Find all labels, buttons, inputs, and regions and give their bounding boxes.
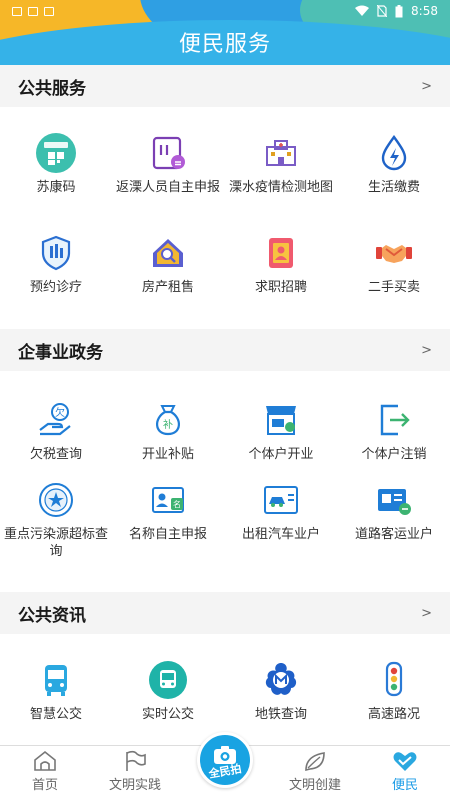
- service-item-second-hand[interactable]: 二手买卖: [338, 233, 450, 296]
- shop-cancel-icon: [374, 400, 414, 440]
- heart-icon: [393, 752, 417, 771]
- service-item-pollution[interactable]: 重点污染源超标查询: [0, 480, 112, 560]
- section-title: 企事业政务: [18, 342, 103, 363]
- tab-convenience[interactable]: 便民: [360, 746, 450, 800]
- service-item-realtime-bus[interactable]: 实时公交: [112, 660, 224, 723]
- sukang-code-icon: [36, 133, 76, 173]
- enterprise-grid: 欠 欠税查询 补 开业补贴 个体户开业 个体户注销 重点污染源超标查询 名 名称…: [0, 371, 450, 592]
- center-button-label: 全民拍: [207, 762, 243, 781]
- public-service-grid: 苏康码 返溧人员自主申报 溧水疫情检测地图 生活缴费 预约诊疗 房产租售 求职招…: [0, 107, 450, 329]
- section-header-public-info[interactable]: 公共资讯 >: [0, 592, 450, 634]
- home-icon: [34, 750, 56, 771]
- battery-icon: [395, 4, 403, 17]
- service-item-jobs[interactable]: 求职招聘: [225, 233, 337, 296]
- declaration-icon: [148, 133, 188, 173]
- service-item-sukang[interactable]: 苏康码: [0, 133, 112, 196]
- tax-query-icon: 欠: [36, 400, 76, 440]
- more-arrow-icon[interactable]: >: [421, 606, 432, 621]
- public-info-grid: 智慧公交 实时公交 地铁查询 高速路况: [0, 634, 450, 745]
- service-item-clinic[interactable]: 预约诊疗: [0, 233, 112, 296]
- name-declare-icon: 名: [148, 480, 188, 520]
- wifi-icon: [355, 5, 370, 16]
- page-title: 便民服务: [178, 32, 271, 57]
- svg-text:补: 补: [163, 418, 173, 431]
- service-item-road-transport[interactable]: 道路客运业户: [338, 480, 450, 543]
- all-people-snap-button[interactable]: 全民拍: [197, 732, 253, 788]
- section-header-enterprise[interactable]: 企事业政务 >: [0, 329, 450, 371]
- tab-home[interactable]: 首页: [0, 746, 90, 800]
- pollution-seal-icon: [36, 480, 76, 520]
- realtime-bus-icon: [148, 660, 188, 700]
- taxi-license-icon: [261, 480, 301, 520]
- traffic-light-icon: [374, 660, 414, 700]
- utility-payment-icon: [374, 133, 414, 173]
- status-bar: 8:58: [0, 0, 450, 22]
- service-item-smart-bus[interactable]: 智慧公交: [0, 660, 112, 723]
- section-header-public-service[interactable]: 公共服务 >: [0, 65, 450, 107]
- section-title: 公共服务: [18, 78, 86, 99]
- house-search-icon: [148, 233, 188, 273]
- service-item-utility-payment[interactable]: 生活缴费: [338, 133, 450, 196]
- service-item-highway[interactable]: 高速路况: [338, 660, 450, 723]
- clinic-booking-icon: [36, 233, 76, 273]
- service-item-name-declare[interactable]: 名 名称自主申报: [112, 480, 224, 543]
- subsidy-bag-icon: 补: [148, 400, 188, 440]
- bus-icon: [36, 660, 76, 700]
- handshake-icon: [374, 233, 414, 273]
- flag-icon: [126, 750, 146, 771]
- service-item-taxi[interactable]: 出租汽车业户: [225, 480, 337, 543]
- notification-icon: [12, 6, 22, 16]
- more-arrow-icon[interactable]: >: [421, 79, 432, 94]
- font-icon: [44, 6, 54, 16]
- service-item-metro[interactable]: 地铁查询: [225, 660, 337, 723]
- image-icon: [28, 6, 38, 16]
- service-item-return-declare[interactable]: 返溧人员自主申报: [112, 133, 224, 196]
- service-item-shop-open[interactable]: 个体户开业: [225, 400, 337, 463]
- road-transport-icon: [374, 480, 414, 520]
- service-item-tax-query[interactable]: 欠 欠税查询: [0, 400, 112, 463]
- shop-open-icon: [261, 400, 301, 440]
- tab-civilization-practice[interactable]: 文明实践: [90, 746, 180, 800]
- metro-icon: [261, 660, 301, 700]
- svg-text:欠: 欠: [55, 406, 65, 419]
- service-item-subsidy[interactable]: 补 开业补贴: [112, 400, 224, 463]
- more-arrow-icon[interactable]: >: [421, 343, 432, 358]
- service-item-epidemic-map[interactable]: 溧水疫情检测地图: [225, 133, 337, 196]
- service-item-shop-cancel[interactable]: 个体户注销: [338, 400, 450, 463]
- no-sim-icon: [377, 5, 388, 17]
- service-item-housing[interactable]: 房产租售: [112, 233, 224, 296]
- job-profile-icon: [261, 233, 301, 273]
- hospital-map-icon: [261, 133, 301, 173]
- leaf-icon: [305, 752, 325, 772]
- tab-civilization-build[interactable]: 文明创建: [270, 746, 360, 800]
- section-title: 公共资讯: [18, 605, 86, 626]
- clock: 8:58: [411, 4, 438, 18]
- svg-text:名: 名: [173, 499, 181, 509]
